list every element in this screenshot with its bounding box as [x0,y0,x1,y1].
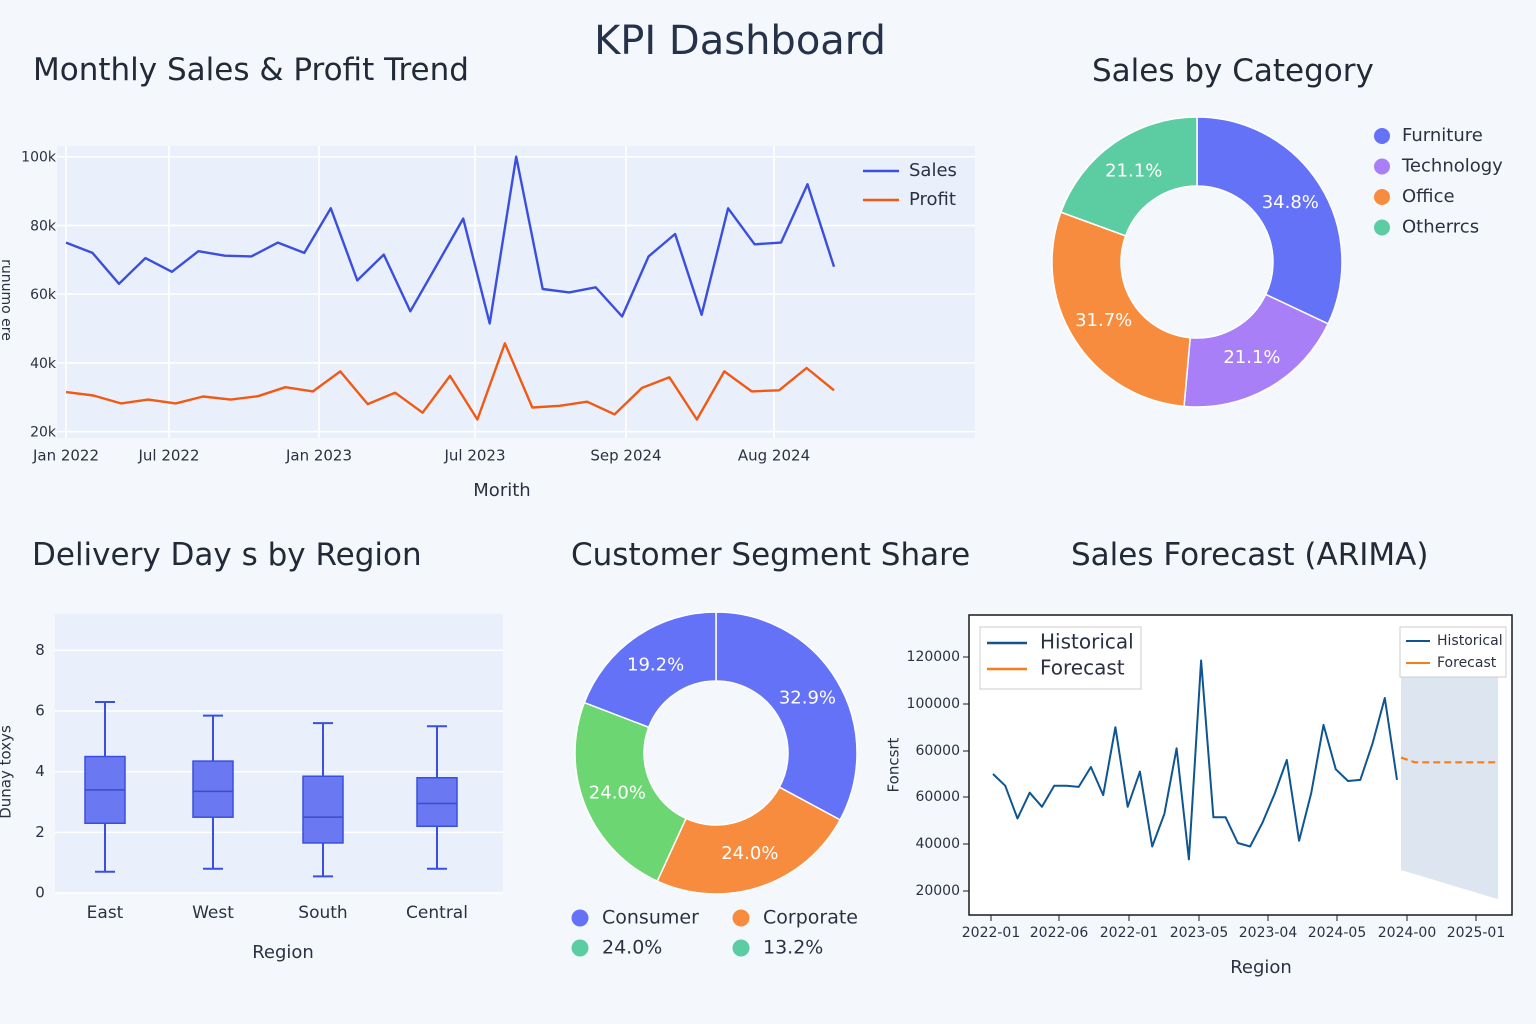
trend-xtick-label: Aug 2024 [738,447,810,465]
category-slice-label: 21.1% [1105,160,1162,181]
forecast-xtick-label: 2022-01 [962,925,1021,941]
legend-profit-label: Profit [909,189,956,210]
segment-legend-label: 13.2% [763,937,823,959]
segment-legend-label: Consumer [602,907,699,929]
delivery-x-axis-label: Region [252,942,314,963]
delivery-plot-area [55,614,503,893]
segment-legend-swatch [571,939,589,957]
trend-xtick-label: Jul 2022 [137,447,199,465]
trend-plot-area [57,146,975,438]
forecast-ytick-label: 100000 [907,696,960,712]
forecast-legend-small-forecast-label: Forecast [1437,655,1497,671]
delivery-ytick-label: 0 [35,884,45,902]
category-legend-swatch [1374,189,1390,205]
trend-ytick-label: 60k [30,287,57,303]
delivery-xtick-label: Central [406,903,468,923]
category-slice-label: 21.1% [1223,347,1280,368]
category-legend-label: Technology [1401,156,1503,177]
delivery-ytick-label: 2 [35,823,45,841]
segment-slice-label: 24.0% [721,843,778,864]
delivery-ytick-label: 8 [35,641,45,659]
trend-xtick-label: Sep 2024 [590,447,661,465]
delivery-y-axis-label: Dunay toxys [0,725,15,819]
category-legend-swatch [1374,128,1390,144]
delivery-xtick-label: East [87,903,124,923]
category-slice-label: 31.7% [1075,310,1132,331]
legend-sales-label: Sales [909,160,957,181]
delivery-xtick-label: West [192,903,234,923]
segment-slice-label: 24.0% [589,782,646,803]
box-body [192,760,234,818]
forecast-xtick-label: 2023-04 [1239,925,1298,941]
delivery-xtick-label: South [298,903,347,923]
delivery-ytick-label: 4 [35,762,45,780]
trend-xtick-label: Jul 2023 [443,447,505,465]
category-legend-label: Office [1402,186,1455,207]
trend-ytick-label: 80k [30,218,57,234]
segment-slice [715,611,858,821]
segment-legend-swatch [571,909,589,927]
forecast-xtick-label: 2024-05 [1308,925,1367,941]
forecast-xtick-label: 2025-01 [1447,925,1506,941]
segment-legend-label: Corporate [763,907,858,929]
forecast-ytick-label: 60000 [915,743,960,759]
trend-x-axis-label: Morith [473,480,530,501]
trend-ytick-label: 100k [21,150,57,166]
forecast-legend-historical-label: Historical [1040,630,1134,654]
forecast-legend-forecast-label: Forecast [1040,656,1125,680]
trend-xtick-label: Jan 2022 [32,447,99,465]
forecast-x-axis-label: Region [1230,957,1292,978]
segment-slice-label: 19.2% [627,654,684,675]
forecast-xtick-label: 2022-01 [1100,925,1159,941]
trend-ytick-label: 40k [30,356,57,372]
segment-slice-label: 32.9% [779,687,836,708]
forecast-y-axis-label: Foncsrt [885,737,903,792]
segment-legend-swatch [732,909,750,927]
delivery-ytick-label: 6 [35,702,45,720]
forecast-ytick-label: 60000 [915,789,960,805]
dashboard-charts: 20k 40k 60k 80k 100k Jan 2022 Jul 2022 Jan 2023… [0,116,1513,978]
forecast-ytick-label: 120000 [907,649,960,665]
category-slice [1196,116,1343,325]
forecast-legend-small-historical-label: Historical [1437,633,1503,649]
forecast-confidence-band [1401,673,1498,900]
category-legend-swatch [1374,158,1390,175]
category-legend-label: Furniture [1402,125,1483,146]
trend-xtick-label: Jan 2023 [285,447,352,465]
box-body [416,777,458,828]
box-body [302,775,344,844]
forecast-xtick-label: 2022-06 [1030,925,1089,941]
forecast-xtick-label: 2024-00 [1378,925,1437,941]
trend-y-axis-label: runumo ere [0,259,14,341]
trend-ytick-label: 20k [30,425,57,441]
forecast-xtick-label: 2023-05 [1170,925,1229,941]
forecast-ytick-label: 20000 [915,883,960,899]
category-legend-swatch [1374,219,1390,236]
segment-legend-swatch [732,939,750,957]
category-slice-label: 34.8% [1262,192,1319,213]
segment-legend-label: 24.0% [602,937,662,959]
forecast-ytick-label: 40000 [915,836,960,852]
category-legend-label: Otherrcs [1402,217,1479,238]
